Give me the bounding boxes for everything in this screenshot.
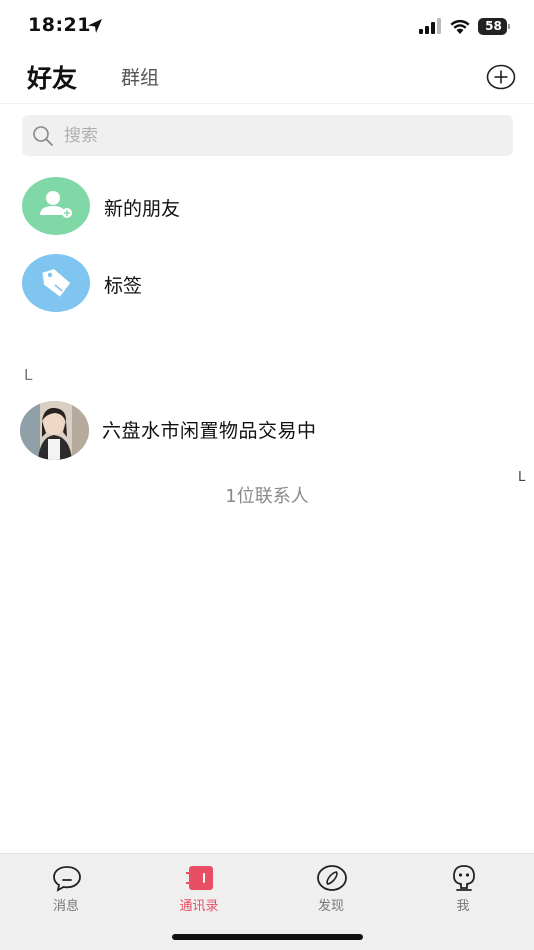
battery-icon: 58 bbox=[478, 18, 510, 35]
tab-discover-label: 发现 bbox=[317, 899, 344, 914]
tab-contacts-label: 通讯录 bbox=[179, 899, 219, 914]
tags-row[interactable]: 标签 bbox=[0, 254, 534, 314]
tab-groups[interactable]: 群组 bbox=[121, 63, 159, 90]
tags-label: 标签 bbox=[104, 275, 143, 297]
status-bar: 18:21 58 bbox=[0, 0, 534, 54]
tab-messages-label: 消息 bbox=[52, 899, 79, 914]
contact-name: 六盘水市闲置物品交易中 bbox=[102, 420, 317, 442]
profile-face-icon bbox=[453, 865, 475, 891]
contact-count: 1位联系人 bbox=[225, 486, 309, 507]
search-icon bbox=[33, 126, 53, 146]
tag-icon bbox=[22, 254, 90, 312]
contact-avatar bbox=[20, 401, 89, 460]
home-indicator bbox=[172, 934, 363, 940]
address-book-icon bbox=[186, 866, 213, 890]
battery-level: 58 bbox=[485, 19, 502, 33]
section-header-letter: L bbox=[24, 366, 33, 384]
compass-icon bbox=[317, 865, 347, 891]
wifi-icon bbox=[450, 19, 470, 34]
new-friends-label: 新的朋友 bbox=[104, 198, 181, 220]
cellular-signal-icon bbox=[419, 18, 441, 34]
chat-bubble-icon bbox=[53, 866, 81, 892]
location-arrow-icon bbox=[88, 19, 102, 33]
tab-me[interactable]: 我 bbox=[423, 864, 503, 916]
tab-me-label: 我 bbox=[456, 899, 470, 914]
tab-messages[interactable]: 消息 bbox=[26, 864, 106, 916]
tab-friends[interactable]: 好友 bbox=[27, 59, 77, 95]
plus-circle-icon[interactable] bbox=[486, 64, 516, 90]
search-bar[interactable] bbox=[22, 115, 513, 156]
contact-row[interactable]: 六盘水市闲置物品交易中 bbox=[0, 401, 534, 461]
new-friends-row[interactable]: 新的朋友 bbox=[0, 177, 534, 237]
add-user-icon bbox=[22, 177, 90, 235]
search-input[interactable] bbox=[64, 115, 484, 156]
header: 好友 群组 bbox=[0, 54, 534, 104]
tab-contacts[interactable]: 通讯录 bbox=[159, 864, 239, 916]
tab-discover[interactable]: 发现 bbox=[291, 864, 371, 916]
status-time: 18:21 bbox=[28, 14, 91, 36]
